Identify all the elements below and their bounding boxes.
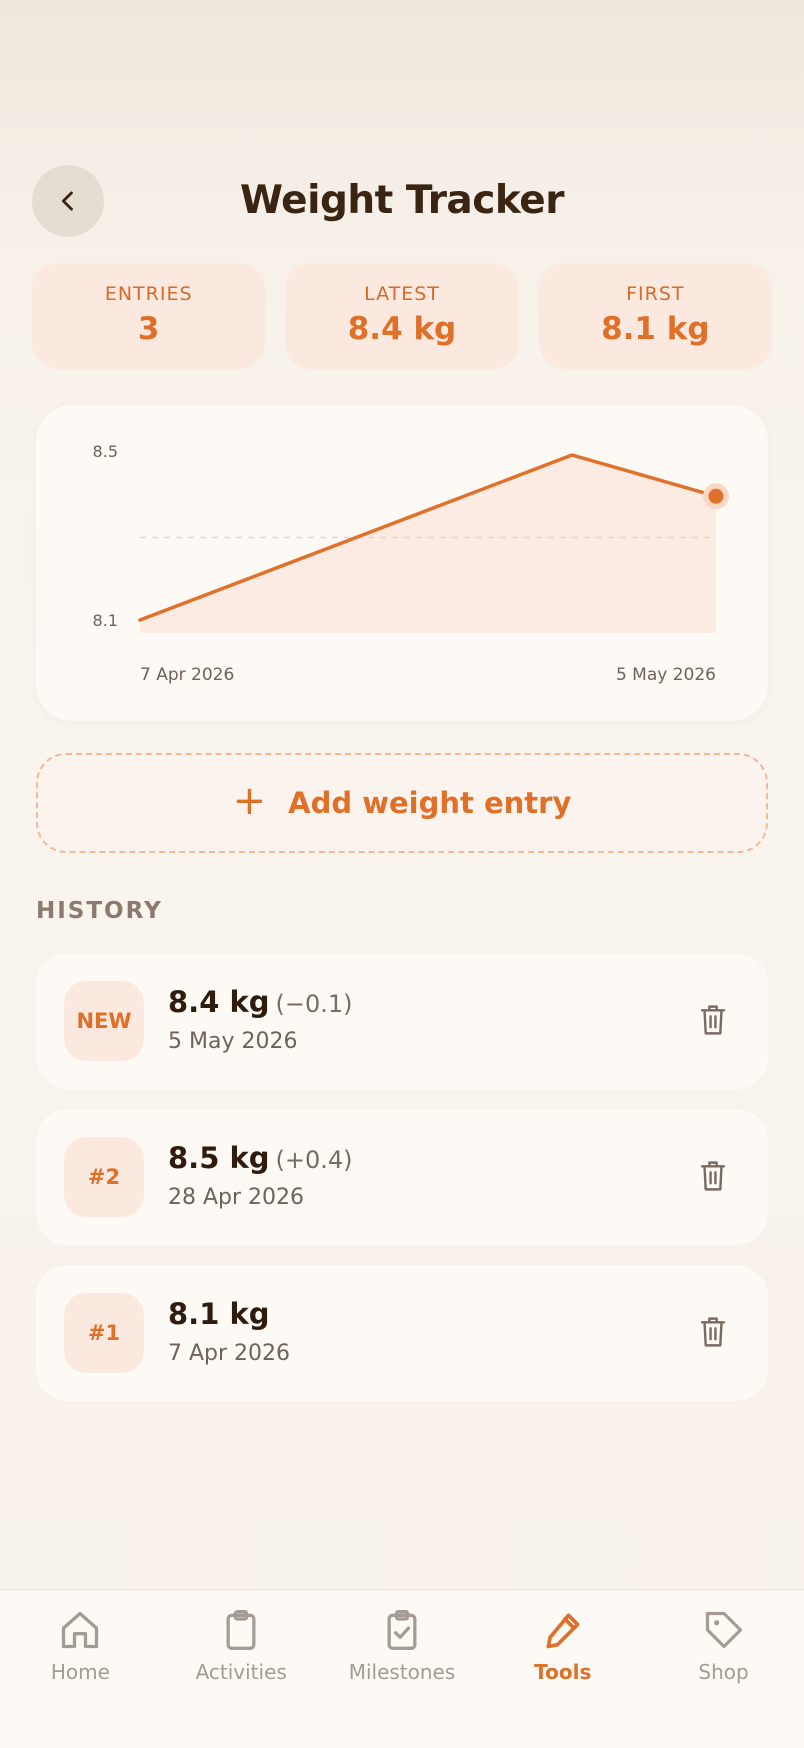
- home-icon: [62, 1611, 99, 1649]
- stat-latest: LATEST 8.4 kg: [285, 263, 519, 369]
- nav-label: Shop: [698, 1660, 749, 1684]
- chart-area: [140, 455, 716, 633]
- trash-icon[interactable]: [698, 1003, 728, 1037]
- entry-badge: #1: [64, 1293, 144, 1373]
- entry-weight: 8.4 kg: [168, 985, 270, 1019]
- add-weight-entry-label: Add weight entry: [288, 786, 572, 820]
- stat-value: 8.4 kg: [347, 311, 457, 347]
- stat-label: LATEST: [364, 283, 440, 305]
- nav-label: Milestones: [348, 1660, 456, 1684]
- chart-y-tick-label: 8.1: [93, 611, 118, 630]
- entry-badge: NEW: [64, 981, 144, 1061]
- entry-date: 7 Apr 2026: [168, 1341, 291, 1366]
- entry-weight: 8.1 kg: [168, 1297, 270, 1331]
- stat-value: 8.1 kg: [601, 311, 710, 347]
- history-entry[interactable]: #2 8.5 kg (+0.4) 28 Apr 2026: [36, 1109, 768, 1245]
- entry-delta: (−0.1): [275, 990, 353, 1018]
- nav-item-activities[interactable]: Activities: [161, 1590, 322, 1748]
- stat-label: FIRST: [626, 283, 685, 305]
- nav-item-milestones[interactable]: Milestones: [322, 1590, 483, 1748]
- nav-label: Home: [50, 1660, 110, 1684]
- stat-label: ENTRIES: [104, 283, 193, 305]
- pencil-icon: [546, 1613, 580, 1649]
- add-weight-entry-button[interactable]: + Add weight entry: [36, 753, 768, 853]
- bottom-nav: Home Activities Milestones Tools Shop: [0, 1589, 804, 1748]
- back-button[interactable]: [32, 165, 104, 237]
- nav-item-shop[interactable]: Shop: [643, 1590, 804, 1748]
- plus-icon: +: [232, 778, 267, 824]
- history-heading: HISTORY: [36, 898, 163, 924]
- nav-item-home[interactable]: Home: [0, 1590, 161, 1748]
- nav-label: Activities: [195, 1660, 287, 1684]
- history-entry[interactable]: #1 8.1 kg 7 Apr 2026: [36, 1265, 768, 1401]
- stat-first: FIRST 8.1 kg: [538, 263, 772, 369]
- chart-y-tick-label: 8.5: [93, 442, 118, 461]
- stats-row: ENTRIES 3 LATEST 8.4 kg FIRST 8.1 kg: [32, 263, 772, 369]
- nav-label: Tools: [534, 1660, 592, 1684]
- history-entry[interactable]: NEW 8.4 kg (−0.1) 5 May 2026: [36, 953, 768, 1089]
- chart-x-tick-label: 7 Apr 2026: [140, 665, 234, 685]
- header: Weight Tracker: [32, 165, 772, 237]
- page-title: Weight Tracker: [240, 178, 564, 223]
- chart-point: [708, 488, 724, 504]
- entry-weight: 8.5 kg: [168, 1141, 270, 1175]
- nav-item-tools[interactable]: Tools: [482, 1590, 643, 1748]
- entry-date: 5 May 2026: [168, 1029, 298, 1054]
- stat-value: 3: [137, 311, 160, 347]
- trash-icon[interactable]: [698, 1159, 728, 1193]
- entry-delta: (+0.4): [275, 1146, 353, 1174]
- chart-x-tick-label: 5 May 2026: [616, 665, 716, 685]
- clipboard-icon: [226, 1610, 256, 1650]
- weight-chart-card: 8.5 8.1 7 Apr 2026 5 May 2026: [36, 405, 768, 721]
- entry-date: 28 Apr 2026: [168, 1185, 305, 1210]
- trash-icon[interactable]: [698, 1315, 728, 1349]
- stat-entries: ENTRIES 3: [32, 263, 266, 369]
- entry-badge: #2: [64, 1137, 144, 1217]
- chevron-left-icon: [61, 191, 73, 211]
- clipboard-check-icon: [387, 1610, 417, 1650]
- tag-icon: [705, 1611, 742, 1649]
- weight-chart: 8.5 8.1 7 Apr 2026 5 May 2026: [93, 442, 729, 685]
